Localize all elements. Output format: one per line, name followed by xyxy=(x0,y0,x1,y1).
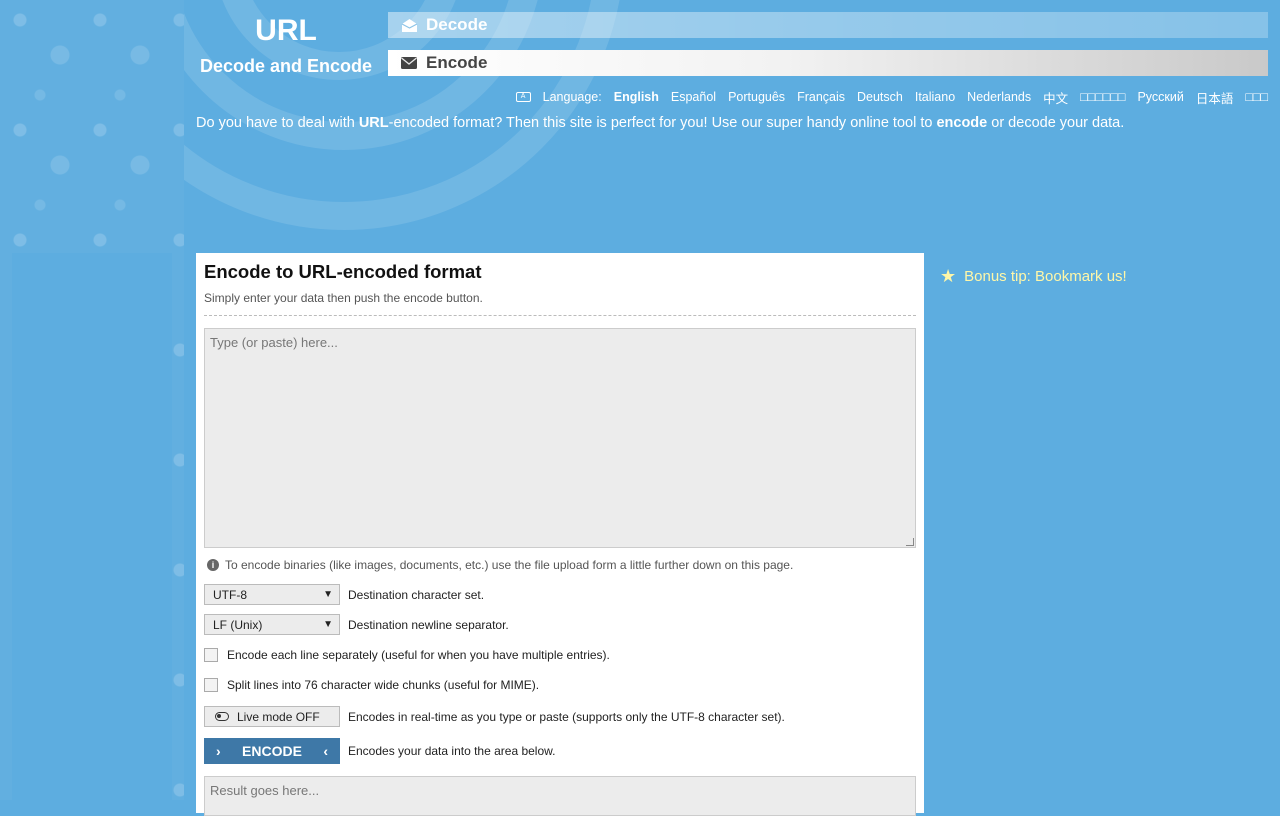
logo-subtitle: Decode and Encode xyxy=(199,56,373,76)
language-link-other-2[interactable]: □□□ xyxy=(1245,90,1268,104)
language-link-russian[interactable]: Русский xyxy=(1137,90,1183,104)
charset-value: UTF-8 xyxy=(213,587,247,602)
panel-title: Encode to URL-encoded format xyxy=(204,261,482,282)
logo-title: URL xyxy=(255,14,317,47)
charset-select[interactable]: UTF-8 ▼ xyxy=(204,584,340,605)
tagline-bold-encode: encode xyxy=(936,115,988,131)
language-link-chinese[interactable]: 中文 xyxy=(1043,88,1068,107)
tagline-text: or decode your data. xyxy=(987,115,1125,131)
newline-select[interactable]: LF (Unix) ▼ xyxy=(204,614,340,635)
bonus-tip[interactable]: ★ Bonus tip: Bookmark us! xyxy=(940,266,1127,287)
encode-row: › ENCODE ‹ Encodes your data into the ar… xyxy=(204,738,916,764)
language-link-japanese[interactable]: 日本語 xyxy=(1196,88,1234,107)
resize-handle[interactable] xyxy=(906,538,914,546)
decode-nav-button[interactable]: Decode xyxy=(388,12,1268,38)
language-label: Language: xyxy=(542,90,602,104)
chevron-right-icon: › xyxy=(216,743,221,759)
site-logo[interactable]: URL Decode and Encode xyxy=(184,14,388,77)
split-lines-label[interactable]: Split lines into 76 character wide chunk… xyxy=(227,678,539,692)
newline-value: LF (Unix) xyxy=(213,617,263,632)
charset-description: Destination character set. xyxy=(348,587,485,602)
chevron-left-icon: ‹ xyxy=(323,743,328,759)
charset-row: UTF-8 ▼ Destination character set. xyxy=(204,584,916,605)
encode-panel: Encode to URL-encoded format Simply ente… xyxy=(196,253,924,816)
language-link-francais[interactable]: Français xyxy=(797,90,845,104)
encode-button-label: ENCODE xyxy=(242,743,302,759)
binary-info: i To encode binaries (like images, docum… xyxy=(204,558,916,572)
left-column xyxy=(12,253,172,800)
language-link-other-1[interactable]: □□□□□□ xyxy=(1080,90,1125,104)
tagline-bold-url: URL xyxy=(358,115,389,131)
encode-button[interactable]: › ENCODE ‹ xyxy=(204,738,340,764)
bonus-tip-text: Bonus tip: Bookmark us! xyxy=(964,268,1127,285)
language-icon: A xyxy=(515,92,531,102)
chevron-down-icon: ▼ xyxy=(323,589,333,600)
chevron-down-icon: ▼ xyxy=(323,619,333,630)
encode-nav-label: Encode xyxy=(426,53,488,72)
split-lines-row: Split lines into 76 character wide chunk… xyxy=(204,678,916,692)
language-link-nederlands[interactable]: Nederlands xyxy=(967,90,1031,104)
encode-description: Encodes your data into the area below. xyxy=(348,744,556,758)
each-line-row: Encode each line separately (useful for … xyxy=(204,648,916,662)
split-lines-checkbox[interactable] xyxy=(204,678,218,692)
divider xyxy=(204,315,916,316)
binary-info-text: To encode binaries (like images, documen… xyxy=(225,558,794,572)
panel-subtitle: Simply enter your data then push the enc… xyxy=(204,291,483,305)
live-mode-label: Live mode OFF xyxy=(237,709,320,724)
info-icon: i xyxy=(207,559,219,571)
language-link-deutsch[interactable]: Deutsch xyxy=(857,90,903,104)
star-icon: ★ xyxy=(940,266,957,286)
live-mode-description: Encodes in real-time as you type or past… xyxy=(348,709,785,724)
decode-nav-label: Decode xyxy=(426,15,488,34)
language-link-espanol[interactable]: Español xyxy=(671,90,716,104)
site-tagline: Do you have to deal with URL-encoded for… xyxy=(196,115,1124,131)
input-placeholder: Type (or paste) here... xyxy=(210,335,338,350)
newline-row: LF (Unix) ▼ Destination newline separato… xyxy=(204,614,916,635)
encode-nav-button[interactable]: Encode xyxy=(388,50,1268,76)
tagline-text: -encoded format? Then this site is perfe… xyxy=(388,115,937,131)
input-textarea[interactable]: Type (or paste) here... xyxy=(204,328,916,548)
live-mode-row: Live mode OFF Encodes in real-time as yo… xyxy=(204,706,916,727)
toggle-icon xyxy=(215,712,229,721)
each-line-label[interactable]: Encode each line separately (useful for … xyxy=(227,648,610,662)
language-bar: A Language: English Español Português Fr… xyxy=(515,88,1268,107)
each-line-checkbox[interactable] xyxy=(204,648,218,662)
tagline-text: Do you have to deal with xyxy=(196,115,359,131)
live-mode-button[interactable]: Live mode OFF xyxy=(204,706,340,727)
newline-description: Destination newline separator. xyxy=(348,617,509,632)
result-placeholder: Result goes here... xyxy=(210,783,320,798)
envelope-icon xyxy=(400,57,418,69)
language-link-english[interactable]: English xyxy=(614,90,659,104)
language-link-italiano[interactable]: Italiano xyxy=(915,90,955,104)
language-link-portugues[interactable]: Português xyxy=(728,90,785,104)
result-textarea[interactable]: Result goes here... xyxy=(204,776,916,816)
envelope-open-icon xyxy=(400,18,418,33)
